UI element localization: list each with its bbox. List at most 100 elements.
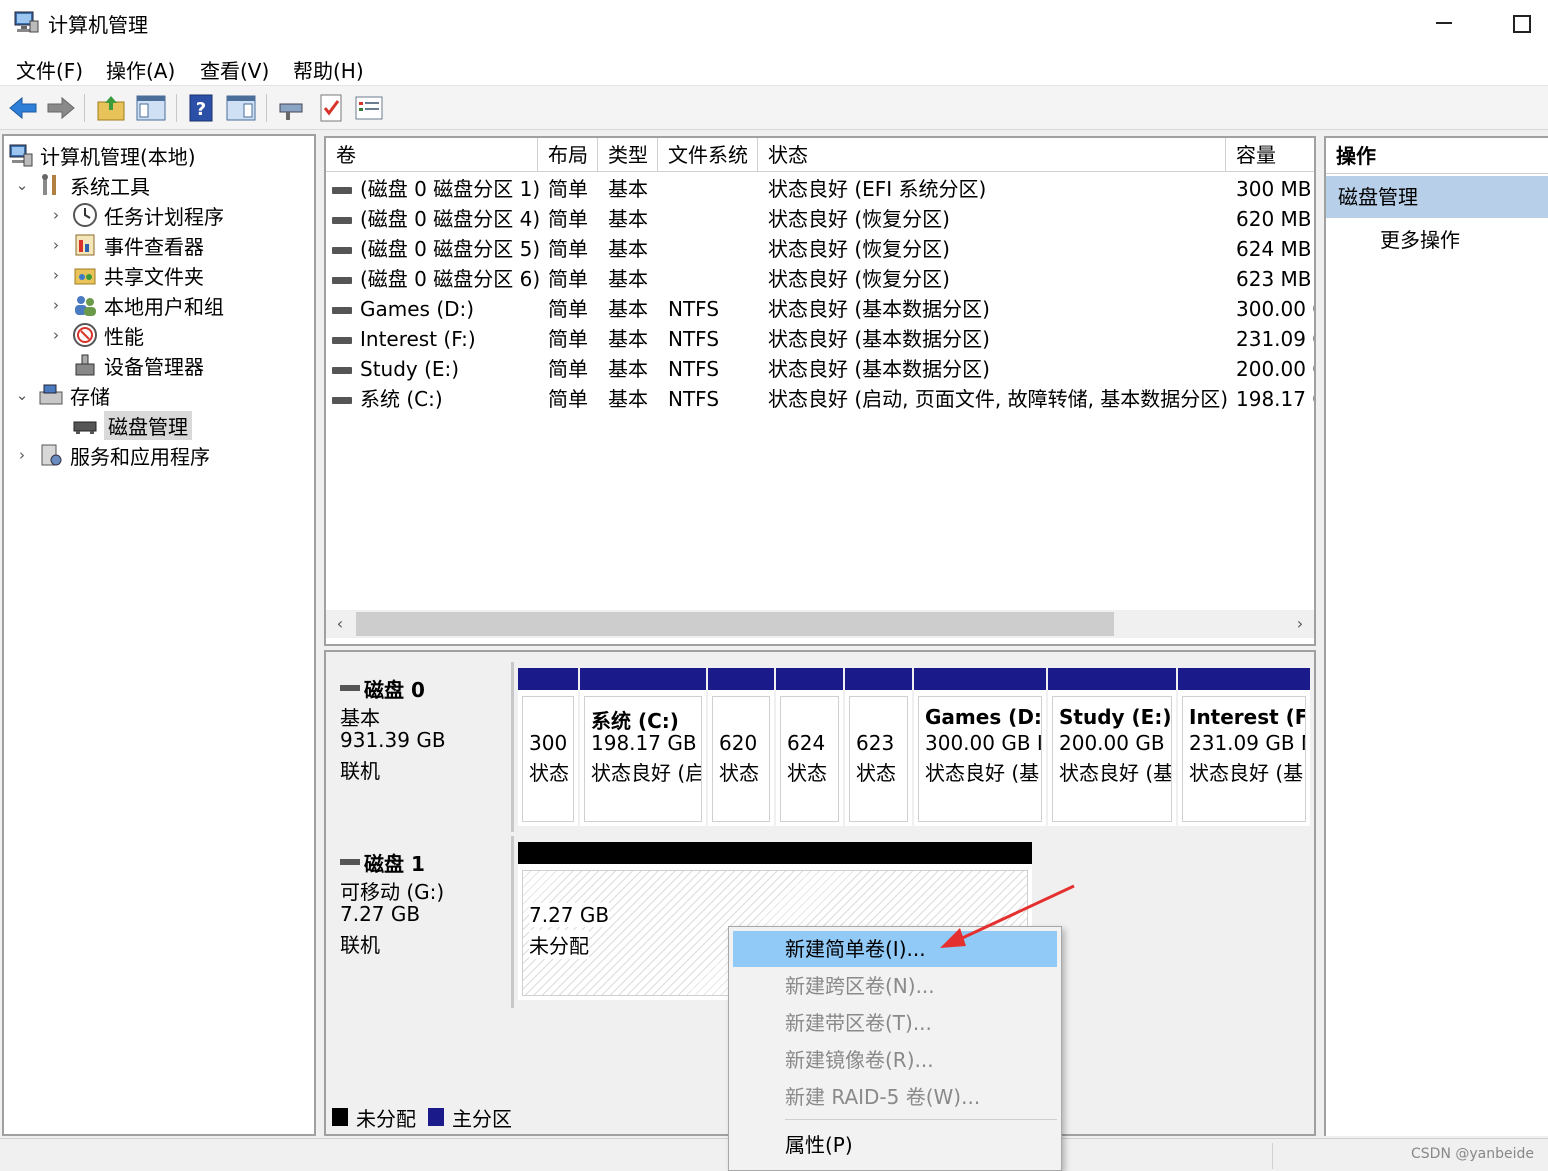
watermark: CSDN @yanbeide	[1411, 1146, 1534, 1162]
tree-item-disk-management[interactable]: 磁盘管理	[66, 410, 192, 440]
status-cell-text: 状态良好 (基本数据分区)	[768, 297, 990, 321]
maximize-button[interactable]	[1500, 6, 1540, 38]
table-row[interactable]: Games (D:) 简单基本 NTFS 状态良好 (基本数据分区) 300.00 G	[326, 294, 1314, 324]
connect-icon[interactable]	[274, 92, 308, 124]
partition-state: 状态良好 (启	[591, 761, 702, 785]
disk-0-partition[interactable]: Games (D: 300.00 GB I 状态良好 (基	[914, 668, 1046, 826]
scroll-left-icon[interactable]: ‹	[328, 612, 352, 636]
type-cell: 基本	[608, 354, 648, 384]
disk-0-partition[interactable]: 624 状态	[776, 668, 843, 826]
tree-item-system-tools[interactable]: ⌄ 系统工具	[12, 170, 150, 200]
back-arrow-icon[interactable]	[6, 92, 40, 124]
column-header-capacity[interactable]: 容量	[1226, 138, 1314, 172]
column-header-type[interactable]: 类型	[598, 138, 658, 172]
list-header: 卷 布局 类型 文件系统 状态 容量	[326, 138, 1314, 172]
table-row[interactable]: Interest (F:) 简单 基本 NTFS 状态良好 (基本数据分区) 231.09…	[326, 324, 1314, 354]
storage-icon	[39, 384, 63, 405]
minimize-button[interactable]	[1424, 6, 1464, 38]
chevron-right-icon[interactable]: ›	[46, 236, 66, 254]
column-header-volume[interactable]: 卷	[326, 138, 538, 172]
capacity-cell-text: 231.09 G	[1236, 327, 1314, 351]
menu-item-properties[interactable]: 属性(P)	[733, 1127, 1057, 1163]
status-cell-text: 状态良好 (基本数据分区)	[768, 357, 990, 381]
menu-item-new-simple-volume[interactable]: 新建简单卷(I)...	[733, 931, 1057, 967]
menu-help[interactable]: 帮助(H)	[293, 55, 364, 84]
partition-size: 198.17 GB	[591, 731, 697, 755]
tree-label: 存储	[70, 384, 110, 409]
layout-cell-text: 简单	[548, 267, 588, 291]
disk-0-partition[interactable]: Interest (F: 231.09 GB N 状态良好 (基	[1178, 668, 1310, 826]
help-icon[interactable]: ?	[184, 92, 218, 124]
menu-action[interactable]: 操作(A)	[106, 55, 175, 84]
horizontal-scrollbar[interactable]: ‹ ›	[326, 610, 1314, 638]
disk-0-partition[interactable]: Study (E:) 200.00 GB 状态良好 (基	[1048, 668, 1176, 826]
scrollbar-thumb[interactable]	[356, 612, 1114, 636]
capacity-cell: 231.09 G	[1236, 324, 1314, 354]
table-row[interactable]: Study (E:) 简单基本 NTFS 状态良好 (基本数据分区) 200.00 G	[326, 354, 1314, 384]
disk-1-info[interactable]: 磁盘 1 可移动 (G:) 7.27 GB 联机	[328, 836, 514, 1008]
status-cell-text: 状态良好 (EFI 系统分区)	[768, 177, 987, 201]
chevron-right-icon[interactable]: ›	[46, 296, 66, 314]
partition-bar	[580, 668, 706, 690]
menu-item-new-striped-volume[interactable]: 新建带区卷(T)...	[733, 1005, 1057, 1041]
menu-item-new-mirrored-volume[interactable]: 新建镜像卷(R)...	[733, 1042, 1057, 1078]
show-action-pane-icon[interactable]	[224, 92, 258, 124]
volume-cell: (磁盘 0 磁盘分区 1)	[332, 174, 540, 204]
tree-item-performance[interactable]: › 性能	[46, 320, 144, 350]
status-cell-text: 状态良好 (恢复分区)	[768, 267, 950, 291]
scroll-right-icon[interactable]: ›	[1288, 612, 1312, 636]
table-row[interactable]: (磁盘 0 磁盘分区 5) 简单 基本 状态良好 (恢复分区) 624 MB	[326, 234, 1314, 264]
partition-state: 状态良好 (基	[1189, 761, 1304, 785]
volume-cell-text: (磁盘 0 磁盘分区 4)	[360, 207, 541, 231]
table-row[interactable]: (磁盘 0 磁盘分区 6) 简单 基本 状态良好 (恢复分区) 623 MB	[326, 264, 1314, 294]
tree-item-root[interactable]: 计算机管理(本地)	[8, 140, 196, 170]
type-cell: 基本	[608, 264, 648, 294]
checklist-icon[interactable]	[314, 92, 348, 124]
chevron-right-icon[interactable]: ›	[46, 206, 66, 224]
chevron-right-icon[interactable]: ›	[46, 266, 66, 284]
properties-view-icon[interactable]	[352, 92, 386, 124]
disk-0-partition[interactable]: 623 状态	[845, 668, 912, 826]
actions-disk-management[interactable]: 磁盘管理	[1326, 176, 1548, 218]
menu-view[interactable]: 查看(V)	[200, 55, 269, 84]
table-row[interactable]: (磁盘 0 磁盘分区 1) 简单 基本 状态良好 (EFI 系统分区) 300 MB	[326, 174, 1314, 204]
column-header-layout[interactable]: 布局	[538, 138, 598, 172]
tree-item-event-viewer[interactable]: › 事件查看器	[46, 230, 204, 260]
menu-item-new-raid5-volume[interactable]: 新建 RAID-5 卷(W)...	[733, 1079, 1057, 1115]
menu-file[interactable]: 文件(F)	[16, 55, 83, 84]
disk-name: 磁盘 1	[364, 852, 425, 876]
column-header-filesystem[interactable]: 文件系统	[658, 138, 758, 172]
tree-item-device-manager[interactable]: 设备管理器	[66, 350, 204, 380]
more-actions-link[interactable]: 更多操作	[1380, 224, 1460, 253]
tree-item-storage[interactable]: ⌄ 存储	[12, 380, 110, 410]
column-header-status[interactable]: 状态	[758, 138, 1226, 172]
status-cell: 状态良好 (EFI 系统分区)	[768, 174, 986, 204]
menu-item-new-spanned-volume[interactable]: 新建跨区卷(N)...	[733, 968, 1057, 1004]
forward-arrow-icon[interactable]	[44, 92, 78, 124]
tree-item-task-scheduler[interactable]: › 任务计划程序	[46, 200, 224, 230]
tree-item-shared-folders[interactable]: › 共享文件夹	[46, 260, 204, 290]
disk-0-partition[interactable]: 系统 (C:) 198.17 GB 状态良好 (启	[580, 668, 706, 826]
partition-state: 状态良好 (基	[925, 761, 1040, 785]
table-row[interactable]: (磁盘 0 磁盘分区 4) 简单 基本 状态良好 (恢复分区) 620 MB	[326, 204, 1314, 234]
chevron-down-icon[interactable]: ⌄	[12, 176, 32, 194]
tree-label: 磁盘管理	[104, 410, 192, 440]
type-cell: 基本	[608, 204, 648, 234]
disk-0-info[interactable]: 磁盘 0 基本 931.39 GB 联机	[328, 662, 514, 832]
tree-item-services-apps[interactable]: › 服务和应用程序	[12, 440, 210, 470]
status-cell: 状态良好 (恢复分区)	[768, 264, 950, 294]
chevron-right-icon[interactable]: ›	[46, 326, 66, 344]
chevron-right-icon[interactable]: ›	[12, 446, 32, 464]
table-row[interactable]: 系统 (C:) 简单 基本 NTFS 状态良好 (启动, 页面文件, 故障转储, 基本数…	[326, 384, 1314, 414]
chevron-down-icon[interactable]: ⌄	[12, 386, 32, 404]
status-cell: 状态良好 (恢复分区)	[768, 204, 950, 234]
show-hide-console-tree-icon[interactable]	[134, 92, 168, 124]
disk-0-partition[interactable]: 620 状态	[708, 668, 774, 826]
capacity-cell: 623 MB	[1236, 264, 1312, 294]
disk-0-partition[interactable]: 300 状态	[518, 668, 578, 826]
filesystem-cell: NTFS	[668, 384, 719, 414]
up-folder-icon[interactable]	[94, 92, 128, 124]
type-cell-text: 基本	[608, 357, 648, 381]
volume-icon	[332, 367, 352, 374]
tree-item-local-users[interactable]: › 本地用户和组	[46, 290, 224, 320]
